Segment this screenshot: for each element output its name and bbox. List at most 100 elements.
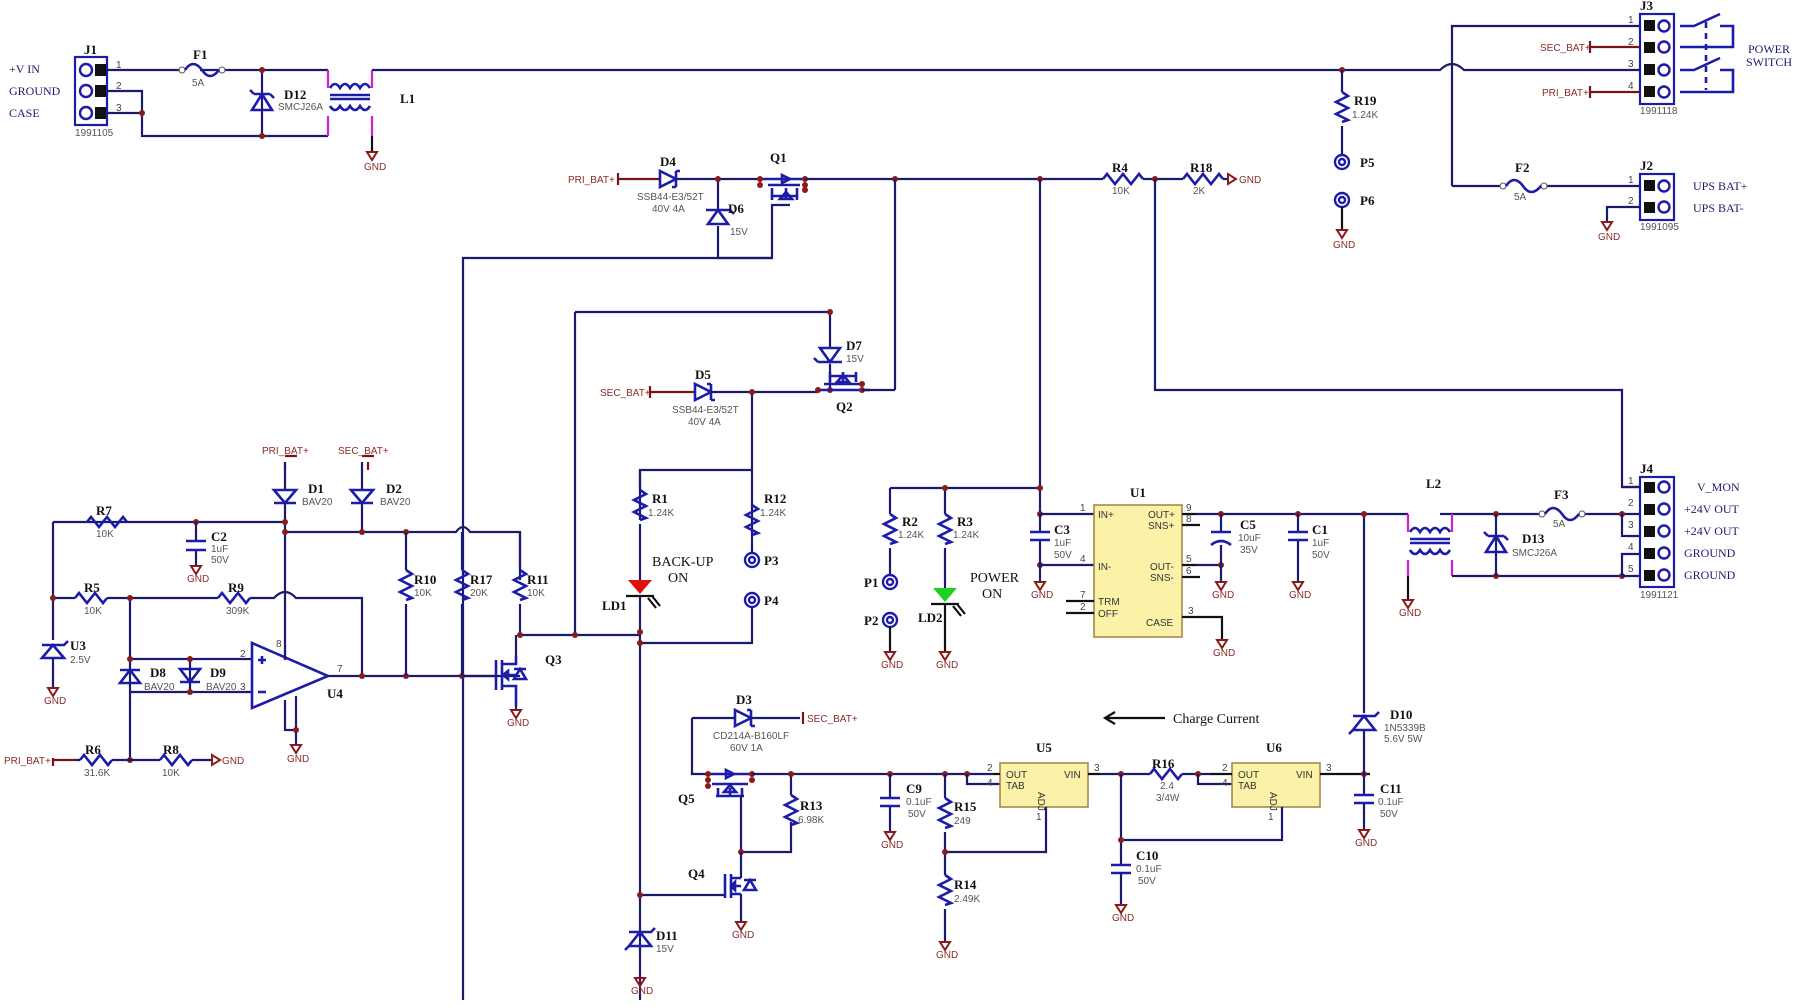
r5-ref: R5 <box>84 580 100 595</box>
j4-pin-1: 1 <box>1628 476 1634 487</box>
r14-value: 2.49K <box>954 894 980 905</box>
led-ld1: BACK-UP ON LD1 <box>602 555 714 613</box>
c3-gnd: GND <box>1031 590 1053 601</box>
testpoint-p4[interactable] <box>743 591 761 609</box>
power-switch[interactable]: POWER SWITCH <box>1680 12 1792 94</box>
r13-value: 6.98K <box>798 815 824 826</box>
u1-pin-6: 6 <box>1186 566 1192 577</box>
u6-pin-4: 4 <box>1222 778 1228 789</box>
j1-part: 1991105 <box>75 128 114 139</box>
mosfet-q1: Q1 <box>757 150 808 201</box>
u1-pin-out-minus: OUT- <box>1150 562 1174 573</box>
u6-pin-3: 3 <box>1326 763 1332 774</box>
ld1-label2: ON <box>668 571 688 586</box>
svg-text:GND: GND <box>1598 232 1620 243</box>
mosfet-q3: Q3 <box>494 652 562 706</box>
u6-pin-adj: ADJ <box>1267 792 1278 811</box>
q2-ref: Q2 <box>836 399 853 414</box>
p1-label: P1 <box>864 575 878 590</box>
ld2-label2: ON <box>982 587 1002 602</box>
regulator-u5: OUT TAB VIN ADJ 2 4 3 1 U5 <box>987 740 1100 823</box>
common-mode-choke-l2: L2 <box>1406 476 1454 576</box>
c11-voltage: 50V <box>1380 809 1398 820</box>
net-pri-bat-r6: PRI_BAT+ <box>4 756 51 767</box>
j4-part: 1991121 <box>1640 590 1679 601</box>
fuse-f2: F2 5A <box>1499 160 1548 203</box>
r7-value: 10K <box>96 529 114 540</box>
r5-value: 10K <box>84 606 102 617</box>
u3-gnd: GND <box>44 696 66 707</box>
j3-ref: J3 <box>1640 0 1654 13</box>
j4-pin-4: 4 <box>1628 542 1634 553</box>
power-switch-label-1: POWER <box>1748 42 1790 56</box>
c3-ref: C3 <box>1054 522 1070 537</box>
q1-ref: Q1 <box>770 150 787 165</box>
schematic-canvas: J1 1991105 +V IN GROUND CASE 1 2 3 F1 5A… <box>4 0 1792 1000</box>
d13-value: SMCJ26A <box>1512 548 1557 559</box>
mosfet-q4: Q4 <box>688 866 759 898</box>
j4-label-4: GROUND <box>1684 546 1736 560</box>
j4-ref: J4 <box>1640 461 1654 476</box>
u4-pin-2: 2 <box>240 649 246 660</box>
r10-value: 10K <box>414 588 432 599</box>
q4-ref: Q4 <box>688 866 705 881</box>
q3-ref: Q3 <box>545 652 562 667</box>
u1-pin-9: 9 <box>1186 503 1192 514</box>
c11-ref: C11 <box>1380 781 1402 796</box>
u1-pin-case: CASE <box>1146 618 1174 629</box>
u4-ref: U4 <box>327 686 343 701</box>
schottky-diode-d3: D3 CD214A-B160LF 60V 1A <box>713 692 789 754</box>
c9-value: 0.1uF <box>906 797 932 808</box>
r18-value: 2K <box>1193 186 1206 197</box>
testpoint-p6[interactable] <box>1333 191 1351 209</box>
u1-pin-off: OFF <box>1098 609 1118 620</box>
u6-pin-vin: VIN <box>1296 770 1313 781</box>
net-pri-bat: PRI_BAT+ <box>1542 88 1589 99</box>
r19-value: 1.24K <box>1352 110 1378 121</box>
u1-pin-2: 2 <box>1080 602 1086 613</box>
mosfet-q5: Q5 <box>678 767 755 806</box>
p2-label: P2 <box>864 613 878 628</box>
r2-value: 1.24K <box>898 530 924 541</box>
r19-ref: R19 <box>1354 93 1377 108</box>
dcdc-converter-u1: U1 IN+ IN- TRM OFF OUT+ SNS+ OUT- SNS- C… <box>1066 485 1224 640</box>
r3-value: 1.24K <box>953 530 979 541</box>
testpoint-p2[interactable] <box>881 611 899 629</box>
f3-ref: F3 <box>1554 487 1569 502</box>
j2-label-2: UPS BAT- <box>1693 201 1744 215</box>
charge-current-label: Charge Current <box>1173 712 1260 727</box>
c3-value: 1uF <box>1054 538 1071 549</box>
r16-value: 2.4 <box>1160 781 1174 792</box>
l2-ref: L2 <box>1426 476 1441 491</box>
c11-gnd: GND <box>1355 838 1377 849</box>
d10-ref: D10 <box>1390 707 1412 722</box>
j4-label-1: V_MON <box>1697 480 1740 494</box>
r4-ref: R4 <box>1112 160 1128 175</box>
u4-pin-3: 3 <box>240 682 246 693</box>
c10-voltage: 50V <box>1138 876 1156 887</box>
u5-pin-3: 3 <box>1094 763 1100 774</box>
c2-value: 1uF <box>211 544 228 555</box>
diode-d8: D8 BAV20 <box>117 665 175 693</box>
c3-voltage: 50V <box>1054 550 1072 561</box>
q5-ref: Q5 <box>678 791 695 806</box>
testpoint-p3[interactable] <box>743 551 761 569</box>
testpoint-p1[interactable] <box>881 573 899 591</box>
r17-ref: R17 <box>470 572 493 587</box>
d6-value: 15V <box>730 227 748 238</box>
testpoint-p5[interactable] <box>1333 153 1351 171</box>
j4-pin-3: 3 <box>1628 520 1634 531</box>
u1-pin-4: 4 <box>1080 554 1086 565</box>
d3-value2: 60V 1A <box>730 743 763 754</box>
j2-pin-2: 2 <box>1628 196 1634 207</box>
p2-gnd: GND <box>881 660 903 671</box>
r8-ref: R8 <box>163 742 179 757</box>
connector-j3: J3 1991118 1 2 3 4 <box>1628 0 1678 117</box>
r12-value: 1.24K <box>760 508 786 519</box>
j2-pin-1: 1 <box>1628 175 1634 186</box>
d5-ref: D5 <box>695 367 711 382</box>
u1-ref: U1 <box>1130 485 1146 500</box>
zener-diode-d7: D7 15V <box>813 338 864 365</box>
c5-ref: C5 <box>1240 517 1256 532</box>
ld2-gnd: GND <box>936 660 958 671</box>
